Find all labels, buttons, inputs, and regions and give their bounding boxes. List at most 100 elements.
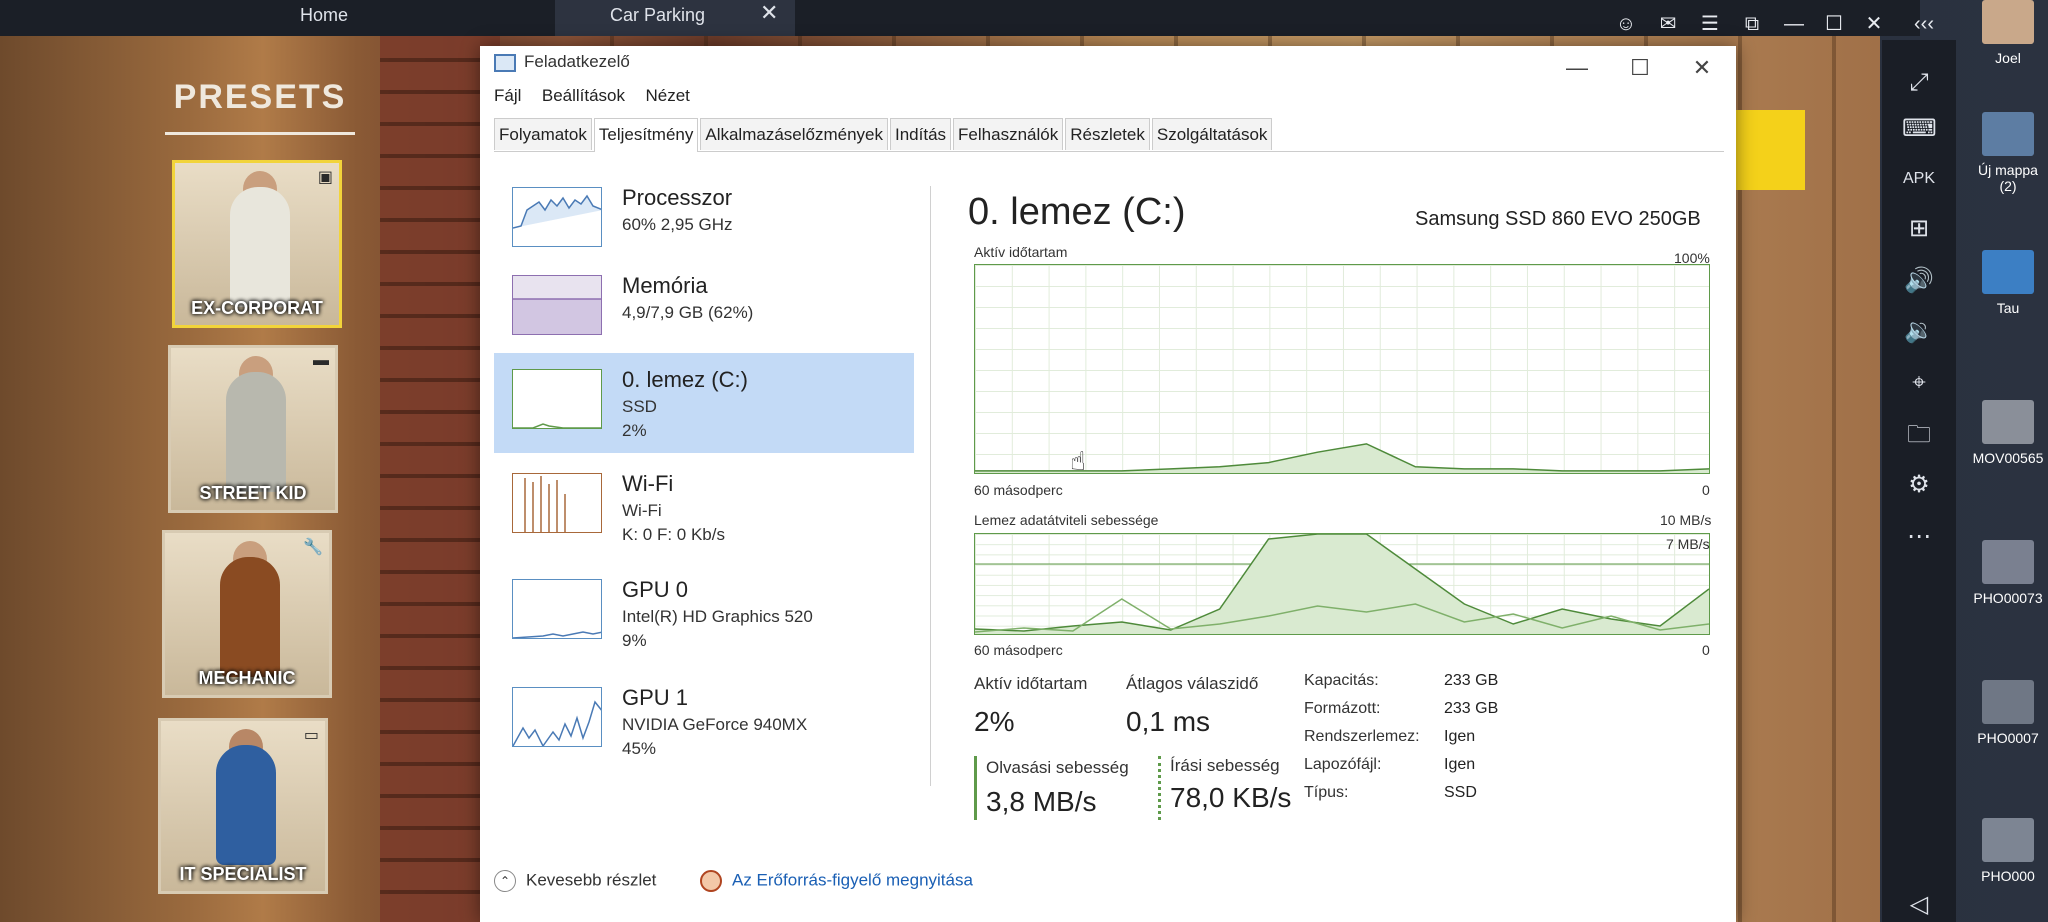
- emulator-tab-car-parking[interactable]: Car Parking: [555, 0, 795, 36]
- chart2-max: 10 MB/s: [1660, 512, 1712, 528]
- tab-processes[interactable]: Folyamatok: [494, 118, 592, 150]
- menu-file[interactable]: Fájl: [494, 86, 521, 106]
- resource-memory[interactable]: Memória 4,9/7,9 GB (62%): [494, 259, 914, 359]
- desktop-icon-label: Tau: [1996, 300, 2020, 316]
- resource-disk-c[interactable]: 0. lemez (C:) SSD 2%: [494, 353, 914, 453]
- prop-system-disk-key: Rendszerlemez:: [1304, 728, 1420, 745]
- preset-label: EX-CORPORAT: [191, 298, 323, 318]
- window-minimize-button[interactable]: —: [1555, 52, 1599, 84]
- desktop-icon-tau[interactable]: Tau: [1968, 250, 2048, 316]
- wifi-sparkline: [512, 473, 602, 533]
- desktop-icon-label: PHO000: [1981, 868, 2035, 884]
- avg-response-value: 0,1 ms: [1126, 706, 1211, 737]
- character-figure: [220, 557, 280, 677]
- presets-title: PRESETS: [173, 78, 347, 116]
- mail-icon[interactable]: ✉: [1654, 10, 1682, 38]
- resource-sub: 60% 2,95 GHz: [622, 215, 733, 234]
- back-icon[interactable]: ◁: [1902, 888, 1936, 922]
- preset-mechanic[interactable]: 🔧 MECHANIC: [162, 530, 332, 698]
- resource-sub2: K: 0 F: 0 Kb/s: [622, 525, 725, 544]
- gpu0-sparkline: [512, 579, 602, 639]
- tab-services[interactable]: Szolgáltatások: [1151, 118, 1273, 150]
- tab-users[interactable]: Felhasználók: [953, 118, 1064, 150]
- window-maximize-button[interactable]: ☐: [1618, 52, 1662, 84]
- volume-up-icon[interactable]: 🔊: [1902, 264, 1936, 298]
- minimize-icon[interactable]: —: [1780, 10, 1808, 38]
- emulator-tab-home[interactable]: Home: [300, 0, 460, 36]
- settings-icon[interactable]: ⚙: [1902, 468, 1936, 502]
- apk-icon[interactable]: APK: [1902, 162, 1936, 196]
- shoe-icon: ▬: [313, 352, 329, 369]
- preset-ex-corporate[interactable]: ▣ EX-CORPORAT: [172, 160, 342, 328]
- tab-startup[interactable]: Indítás: [890, 118, 952, 150]
- desktop-icon-pho0007[interactable]: PHO0007: [1968, 680, 2048, 746]
- desktop-icon-mov00565[interactable]: MOV00565: [1968, 400, 2048, 466]
- prop-capacity-key: Kapacitás:: [1304, 672, 1379, 689]
- desktop-thumb: [1982, 680, 2034, 724]
- tab-app-history[interactable]: Alkalmazáselőzmények: [700, 118, 888, 150]
- maximize-icon[interactable]: ☐: [1820, 10, 1848, 38]
- prop-type-key: Típus:: [1304, 784, 1349, 801]
- tab-performance[interactable]: Teljesítmény: [593, 118, 699, 152]
- chevron-up-icon: ⌃: [494, 870, 516, 892]
- transfer-rate-chart: [974, 533, 1710, 635]
- prop-capacity-value: 233 GB: [1444, 672, 1499, 689]
- chart1-xend: 0: [1702, 482, 1710, 498]
- resource-sub2: 45%: [622, 739, 657, 758]
- desktop-thumb: [1982, 818, 2034, 862]
- memory-sparkline: [512, 275, 602, 335]
- resource-gpu0[interactable]: GPU 0 Intel(R) HD Graphics 520 9%: [494, 563, 914, 663]
- pane-divider: [930, 186, 931, 786]
- task-manager-window: Feladatkezelő — ☐ ✕ Fájl Beállítások Néz…: [480, 46, 1736, 922]
- preset-it-specialist[interactable]: ▭ IT SPECIALIST: [158, 718, 328, 894]
- resource-monitor-link[interactable]: Az Erőforrás-figyelő megnyitása: [700, 870, 973, 892]
- prop-type-value: SSD: [1444, 784, 1477, 801]
- chart2-xend: 0: [1702, 642, 1710, 658]
- resource-sub2: 2%: [622, 421, 647, 440]
- desktop-icon-label: Új mappa (2): [1978, 162, 2038, 194]
- prop-system-disk-value: Igen: [1444, 728, 1476, 745]
- prop-formatted-value: 233 GB: [1444, 700, 1499, 717]
- resource-sub: NVIDIA GeForce 940MX: [622, 715, 808, 734]
- menu-icon[interactable]: ☰: [1696, 10, 1724, 38]
- menu-options[interactable]: Beállítások: [542, 86, 625, 106]
- resource-wifi[interactable]: Wi-Fi Wi-Fi K: 0 F: 0 Kb/s: [494, 457, 914, 557]
- resource-sub: Intel(R) HD Graphics 520: [622, 607, 813, 626]
- resource-sub: 4,9/7,9 GB (62%): [622, 303, 754, 322]
- resource-name: Wi-Fi: [622, 471, 674, 496]
- screenshot-icon[interactable]: ⧉: [1738, 10, 1766, 38]
- desktop-icon-pho000[interactable]: PHO000: [1968, 818, 2048, 884]
- resource-cpu[interactable]: Processzor 60% 2,95 GHz: [494, 171, 914, 271]
- resource-name: GPU 0: [622, 577, 689, 602]
- window-close-button[interactable]: ✕: [1680, 52, 1724, 84]
- fullscreen-icon[interactable]: ⤢: [1902, 66, 1936, 100]
- preset-label: IT SPECIALIST: [179, 864, 307, 884]
- desktop-icon-label: PHO00073: [1973, 590, 2043, 606]
- add-window-icon[interactable]: ⊞: [1902, 212, 1936, 246]
- desktop-icon-joel[interactable]: Joel: [1968, 0, 2048, 66]
- desktop-icon-pho00073[interactable]: PHO00073: [1968, 540, 2048, 606]
- detail-title: 0. lemez (C:): [968, 191, 1186, 233]
- keyboard-icon[interactable]: ⌨: [1902, 112, 1937, 146]
- more-icon[interactable]: ⋯: [1902, 520, 1936, 554]
- active-time-label: Aktív időtartam: [974, 674, 1088, 693]
- tab-details[interactable]: Részletek: [1065, 118, 1150, 150]
- resource-monitor-icon: [700, 870, 722, 892]
- collapse-sidebar-icon[interactable]: ‹‹‹: [1904, 10, 1944, 38]
- account-icon[interactable]: ☺: [1612, 10, 1640, 38]
- menu-bar: Fájl Beállítások Nézet: [494, 86, 706, 106]
- preset-street-kid[interactable]: ▬ STREET KID: [168, 345, 338, 513]
- prop-pagefile-value: Igen: [1444, 756, 1476, 773]
- volume-down-icon[interactable]: 🔉: [1902, 314, 1936, 348]
- emulator-tab-close-icon[interactable]: ✕: [760, 0, 790, 30]
- menu-view[interactable]: Nézet: [645, 86, 689, 106]
- desktop-icon-folder[interactable]: Új mappa (2): [1968, 112, 2048, 194]
- fewer-details-button[interactable]: ⌃ Kevesebb részlet: [494, 870, 656, 892]
- resource-gpu1[interactable]: GPU 1 NVIDIA GeForce 940MX 45%: [494, 671, 914, 771]
- location-icon[interactable]: ⌖: [1902, 366, 1936, 400]
- preset-label: MECHANIC: [198, 668, 296, 688]
- close-icon[interactable]: ✕: [1860, 10, 1888, 38]
- desktop-thumb: [1982, 540, 2034, 584]
- resource-list: Processzor 60% 2,95 GHz Memória 4,9/7,9 …: [494, 171, 914, 791]
- folder-icon[interactable]: 🗀: [1902, 418, 1936, 452]
